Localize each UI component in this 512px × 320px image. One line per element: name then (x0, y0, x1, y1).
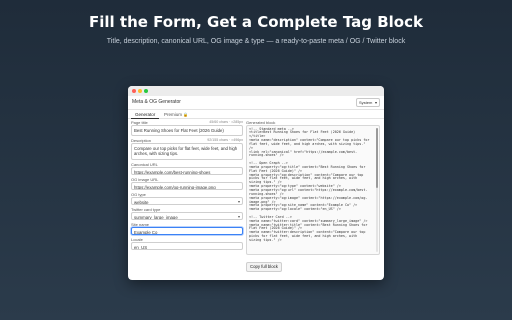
hero-title: Fill the Form, Get a Complete Tag Block (89, 13, 423, 31)
og-image-label: OG image URL (131, 177, 159, 182)
twitter-card-value: summary_large_image (134, 214, 178, 220)
page-title-field[interactable]: Best Running Shoes for Flat Feet (2026 G… (131, 125, 243, 136)
twitter-card-select[interactable]: summary_large_image ▾ (131, 212, 243, 220)
description-label: Description 92/155 chars · ≈496px (131, 138, 243, 143)
og-type-value: website (134, 199, 149, 205)
lock-icon: 🔒 (183, 112, 189, 117)
locale-label: Locale (131, 237, 143, 242)
tab-premium-label: Premium (164, 112, 183, 117)
app-window: Meta & OG Generator System ▾ Generator P… (128, 86, 384, 280)
og-image-field[interactable]: https://example.com/og-running-image.png (131, 182, 243, 190)
window-titlebar (128, 86, 384, 96)
copy-full-block-button[interactable]: Copy full block (246, 261, 282, 272)
code-scroll-thumb[interactable] (376, 128, 378, 188)
canonical-url-field[interactable]: https://example.com/best-running-shoes (131, 167, 243, 175)
tab-generator[interactable]: Generator (131, 111, 160, 119)
close-window-button[interactable] (132, 89, 136, 93)
description-counter: 92/155 chars · ≈496px (207, 138, 243, 142)
minimize-window-button[interactable] (138, 89, 142, 93)
site-name-field[interactable]: Example Co (131, 227, 243, 235)
hero-subtitle: Title, description, canonical URL, OG im… (106, 38, 406, 45)
generated-code-box[interactable]: <!-- Standard meta --> <title>Best Runni… (246, 125, 380, 255)
app-header: Meta & OG Generator System ▾ (128, 96, 384, 110)
description-field[interactable]: Compare our top picks for flat feet, wid… (131, 143, 243, 160)
theme-select-value: System (359, 100, 373, 105)
canonical-url-label: Canonical URL (131, 162, 158, 167)
theme-select[interactable]: System ▾ (356, 98, 380, 107)
page-title-counter: 45/60 chars · ≈285px (209, 120, 243, 124)
locale-field[interactable]: en_US (131, 242, 243, 250)
page-title-label: Page title 45/60 chars · ≈285px (131, 120, 243, 125)
tab-generator-label: Generator (135, 112, 156, 117)
form-panel: Page title 45/60 chars · ≈285px Best Runn… (131, 120, 243, 252)
output-panel: Generated block <!-- Standard meta --> <… (246, 120, 380, 273)
tab-premium[interactable]: Premium 🔒 (160, 111, 192, 119)
zoom-window-button[interactable] (144, 89, 148, 93)
chevron-down-icon: ▾ (237, 214, 240, 219)
site-name-label: Site name (131, 222, 150, 227)
chevron-down-icon: ▾ (237, 199, 240, 204)
app-title: Meta & OG Generator (132, 99, 181, 105)
og-type-select[interactable]: website ▾ (131, 197, 243, 205)
chevron-down-icon: ▾ (374, 100, 377, 105)
code-scrollbar[interactable] (376, 128, 378, 252)
tab-bar: Generator Premium 🔒 (128, 110, 384, 119)
generated-code: <!-- Standard meta --> <title>Best Runni… (249, 126, 370, 242)
